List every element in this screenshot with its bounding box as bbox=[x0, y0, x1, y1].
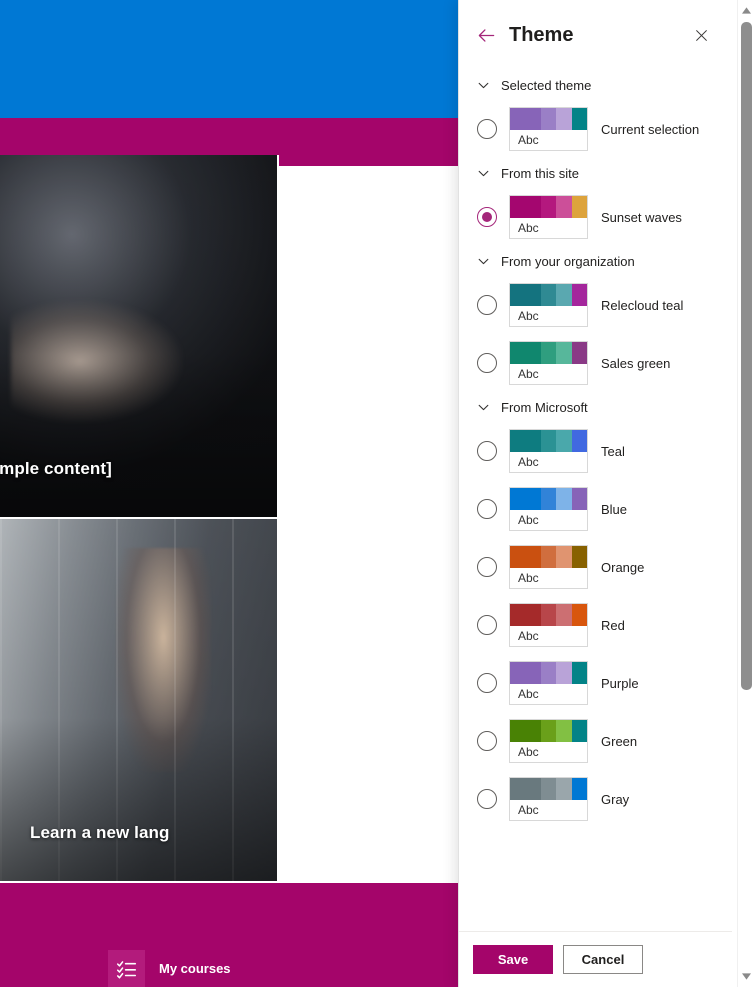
theme-option-row[interactable]: Abc Gray bbox=[459, 770, 732, 828]
theme-option-row[interactable]: Abc Green bbox=[459, 712, 732, 770]
cancel-button[interactable]: Cancel bbox=[563, 945, 643, 974]
theme-group-label: From Microsoft bbox=[501, 399, 588, 415]
theme-option-row[interactable]: Abc Blue bbox=[459, 480, 732, 538]
theme-swatch-sample-text: Abc bbox=[518, 367, 539, 381]
close-icon[interactable] bbox=[688, 22, 714, 48]
theme-swatch-sample-text: Abc bbox=[518, 133, 539, 147]
theme-group-header[interactable]: From your organization bbox=[459, 246, 732, 276]
theme-group-header[interactable]: From this site bbox=[459, 158, 732, 188]
theme-swatch-colors bbox=[510, 430, 587, 452]
theme-swatch: Abc bbox=[509, 603, 588, 647]
theme-option-label: Sunset waves bbox=[601, 209, 682, 225]
theme-radio-button[interactable] bbox=[477, 119, 497, 139]
theme-swatch-colors bbox=[510, 778, 587, 800]
theme-swatch-colors bbox=[510, 488, 587, 510]
scroll-down-arrow-icon[interactable] bbox=[738, 968, 754, 985]
theme-radio-button[interactable] bbox=[477, 557, 497, 577]
panel-scrollbar[interactable] bbox=[737, 0, 754, 987]
quick-link-my-courses[interactable]: My courses bbox=[108, 950, 231, 987]
theme-option-row[interactable]: Abc Sales green bbox=[459, 334, 732, 392]
theme-swatch: Abc bbox=[509, 719, 588, 763]
theme-radio-button[interactable] bbox=[477, 731, 497, 751]
theme-swatch-sample-text: Abc bbox=[518, 513, 539, 527]
theme-swatch: Abc bbox=[509, 341, 588, 385]
theme-swatch: Abc bbox=[509, 777, 588, 821]
theme-swatch-colors bbox=[510, 546, 587, 568]
theme-swatch-sample-text: Abc bbox=[518, 571, 539, 585]
theme-group-header[interactable]: From Microsoft bbox=[459, 392, 732, 422]
theme-option-row[interactable]: Abc Sunset waves bbox=[459, 188, 732, 246]
theme-option-label: Teal bbox=[601, 443, 625, 459]
page-title: Theme bbox=[509, 23, 574, 46]
theme-group-label: From your organization bbox=[501, 253, 635, 269]
theme-swatch-colors bbox=[510, 604, 587, 626]
theme-swatch-colors bbox=[510, 342, 587, 364]
theme-panel: Theme Selected theme Abc Current selection… bbox=[458, 0, 754, 987]
theme-option-row[interactable]: Abc Orange bbox=[459, 538, 732, 596]
theme-option-row[interactable]: Abc Red bbox=[459, 596, 732, 654]
theme-radio-button[interactable] bbox=[477, 789, 497, 809]
theme-swatch-sample-text: Abc bbox=[518, 745, 539, 759]
checklist-icon bbox=[108, 950, 145, 987]
theme-option-label: Purple bbox=[601, 675, 639, 691]
theme-swatch-colors bbox=[510, 196, 587, 218]
theme-group-label: Selected theme bbox=[501, 77, 592, 93]
back-arrow-icon[interactable] bbox=[473, 22, 499, 48]
theme-swatch: Abc bbox=[509, 107, 588, 151]
theme-swatch: Abc bbox=[509, 195, 588, 239]
theme-option-label: Red bbox=[601, 617, 625, 633]
hero-card[interactable]: Learn a new lang bbox=[0, 519, 279, 883]
theme-swatch: Abc bbox=[509, 545, 588, 589]
theme-swatch-sample-text: Abc bbox=[518, 309, 539, 323]
theme-panel-footer: Save Cancel bbox=[459, 931, 732, 987]
theme-radio-button[interactable] bbox=[477, 673, 497, 693]
theme-swatch: Abc bbox=[509, 661, 588, 705]
theme-swatch-colors bbox=[510, 284, 587, 306]
theme-option-label: Blue bbox=[601, 501, 628, 517]
theme-group-label: From this site bbox=[501, 165, 580, 181]
theme-radio-button[interactable] bbox=[477, 499, 497, 519]
theme-list: Selected theme Abc Current selection From t… bbox=[459, 70, 754, 931]
theme-panel-header: Theme bbox=[459, 0, 754, 70]
save-button[interactable]: Save bbox=[473, 945, 553, 974]
theme-swatch-sample-text: Abc bbox=[518, 803, 539, 817]
theme-swatch-colors bbox=[510, 108, 587, 130]
theme-radio-button[interactable] bbox=[477, 207, 497, 227]
theme-option-label: Gray bbox=[601, 791, 630, 807]
scrollbar-thumb[interactable] bbox=[741, 22, 752, 690]
theme-option-label: Relecloud teal bbox=[601, 297, 684, 313]
theme-group-header[interactable]: Selected theme bbox=[459, 70, 732, 100]
sharepoint-page-background: s [Sample content] Learn a new lang Samp… bbox=[0, 0, 458, 987]
hero-card[interactable]: s [Sample content] bbox=[0, 155, 279, 519]
theme-swatch-sample-text: Abc bbox=[518, 687, 539, 701]
quick-link-label: My courses bbox=[159, 961, 231, 976]
suite-bar bbox=[0, 0, 458, 118]
theme-option-label: Current selection bbox=[601, 121, 700, 137]
theme-option-row[interactable]: Abc Current selection bbox=[459, 100, 732, 158]
theme-swatch-sample-text: Abc bbox=[518, 455, 539, 469]
theme-swatch-colors bbox=[510, 720, 587, 742]
hero-card-caption: Learn a new lang bbox=[30, 823, 170, 842]
theme-swatch: Abc bbox=[509, 487, 588, 531]
screenshot-root: s [Sample content] Learn a new lang Samp… bbox=[0, 0, 754, 987]
theme-option-label: Sales green bbox=[601, 355, 671, 371]
theme-radio-button[interactable] bbox=[477, 441, 497, 461]
hero-card-grid: s [Sample content] Learn a new lang Samp… bbox=[0, 155, 458, 987]
theme-radio-button[interactable] bbox=[477, 295, 497, 315]
theme-option-row[interactable]: Abc Teal bbox=[459, 422, 732, 480]
theme-swatch-sample-text: Abc bbox=[518, 221, 539, 235]
theme-swatch-colors bbox=[510, 662, 587, 684]
theme-swatch: Abc bbox=[509, 429, 588, 473]
theme-radio-button[interactable] bbox=[477, 353, 497, 373]
theme-option-label: Green bbox=[601, 733, 638, 749]
theme-option-row[interactable]: Abc Purple bbox=[459, 654, 732, 712]
scroll-up-arrow-icon[interactable] bbox=[738, 2, 754, 19]
hero-card-caption: s [Sample content] bbox=[0, 459, 112, 478]
theme-swatch-sample-text: Abc bbox=[518, 629, 539, 643]
theme-option-row[interactable]: Abc Relecloud teal bbox=[459, 276, 732, 334]
theme-option-label: Orange bbox=[601, 559, 645, 575]
theme-swatch: Abc bbox=[509, 283, 588, 327]
theme-radio-button[interactable] bbox=[477, 615, 497, 635]
